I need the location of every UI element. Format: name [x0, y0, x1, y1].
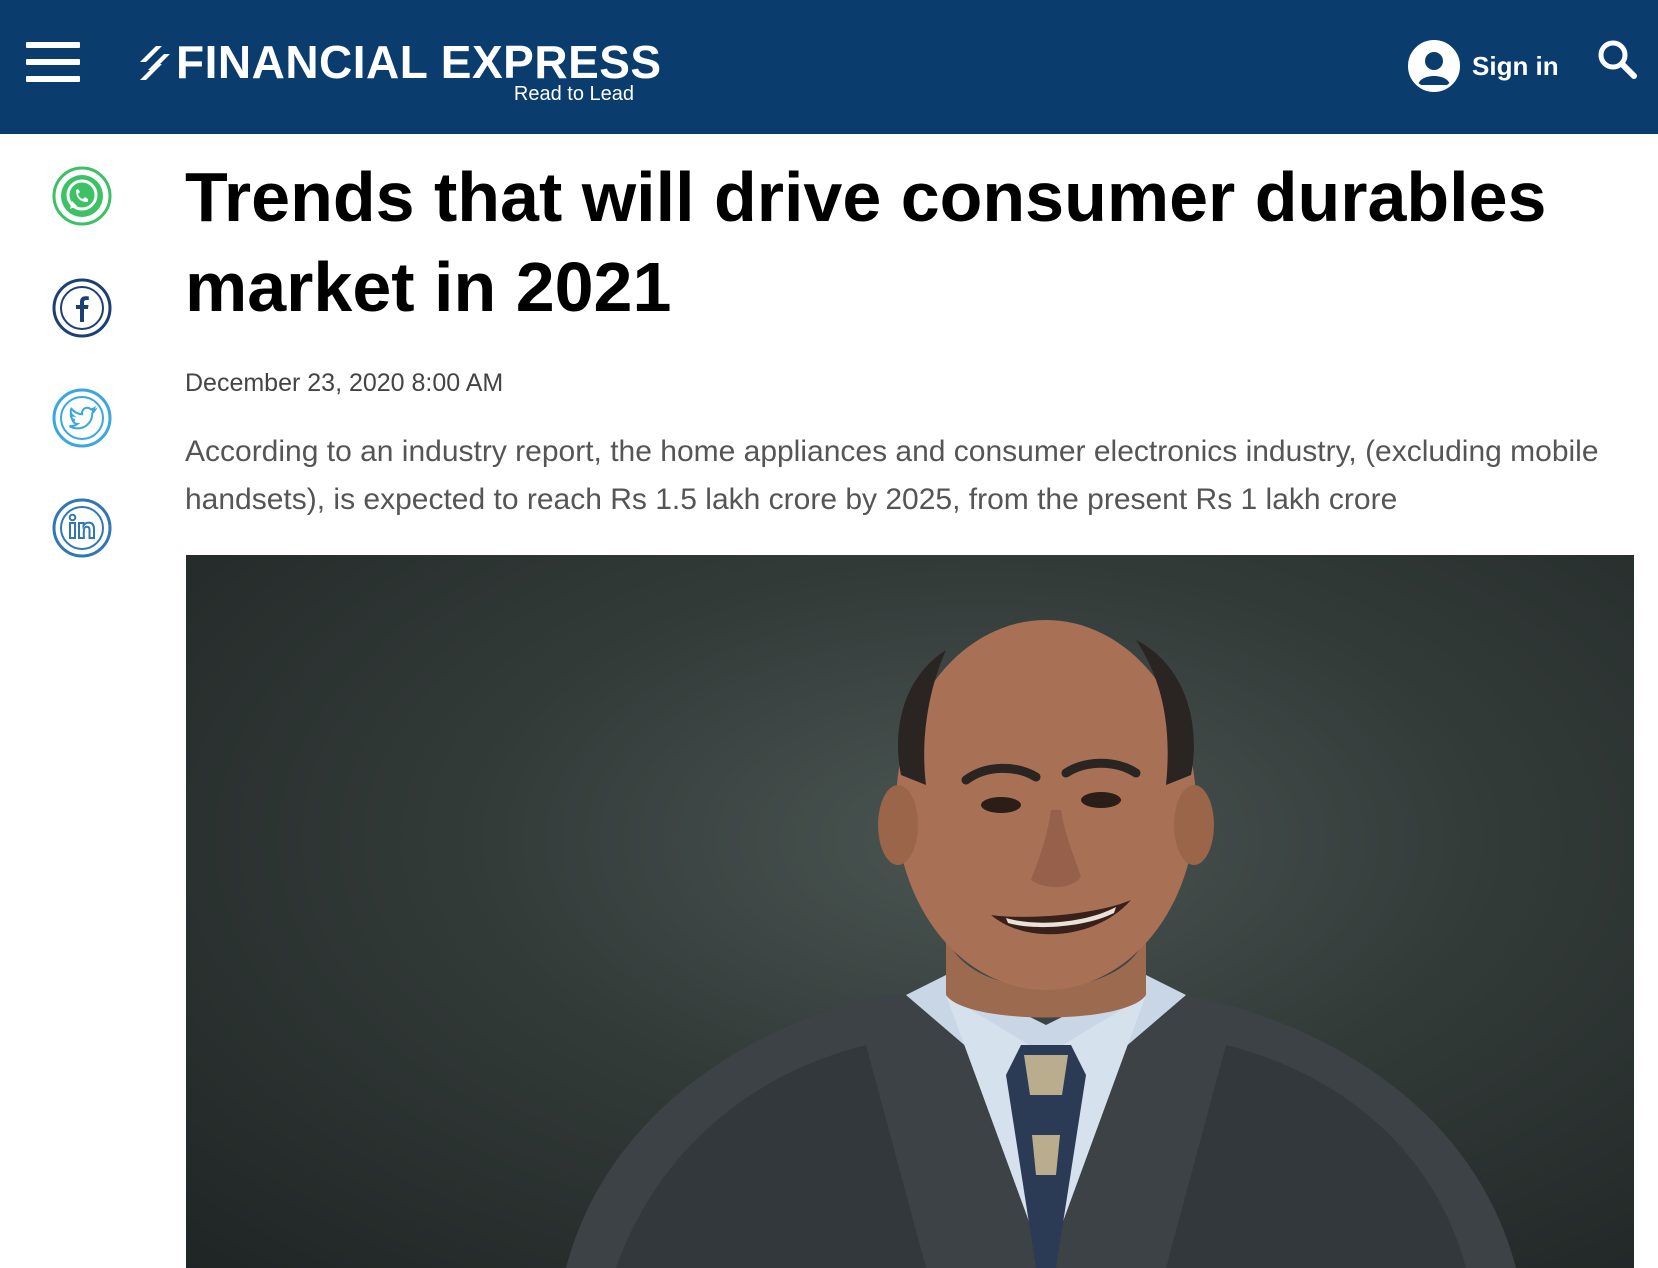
logo-mark-icon	[140, 46, 170, 80]
twitter-share-button[interactable]	[52, 388, 112, 448]
site-logo[interactable]: FINANCIAL EXPRESS Read to Lead	[134, 34, 661, 106]
user-avatar-icon	[1408, 40, 1460, 92]
whatsapp-icon	[52, 166, 112, 226]
article-hero-image	[186, 555, 1634, 1268]
site-header: FINANCIAL EXPRESS Read to Lead Sign in	[0, 0, 1658, 134]
sign-in-button[interactable]: Sign in	[1408, 38, 1559, 94]
article-dateline: December 23, 2020 8:00 AM	[185, 369, 504, 397]
article-headline: Trends that will drive consumer durables…	[185, 158, 1547, 326]
twitter-icon	[52, 388, 112, 448]
sign-in-label: Sign in	[1472, 50, 1559, 81]
whatsapp-share-button[interactable]	[52, 166, 112, 226]
hamburger-menu-icon[interactable]	[26, 42, 80, 82]
facebook-icon	[52, 278, 112, 338]
facebook-share-button[interactable]	[52, 278, 112, 338]
linkedin-icon	[52, 498, 112, 558]
article-summary: According to an industry report, the hom…	[185, 435, 1599, 516]
search-icon[interactable]	[1596, 38, 1638, 80]
linkedin-share-button[interactable]	[52, 498, 112, 558]
logo-tagline: Read to Lead	[513, 83, 634, 105]
